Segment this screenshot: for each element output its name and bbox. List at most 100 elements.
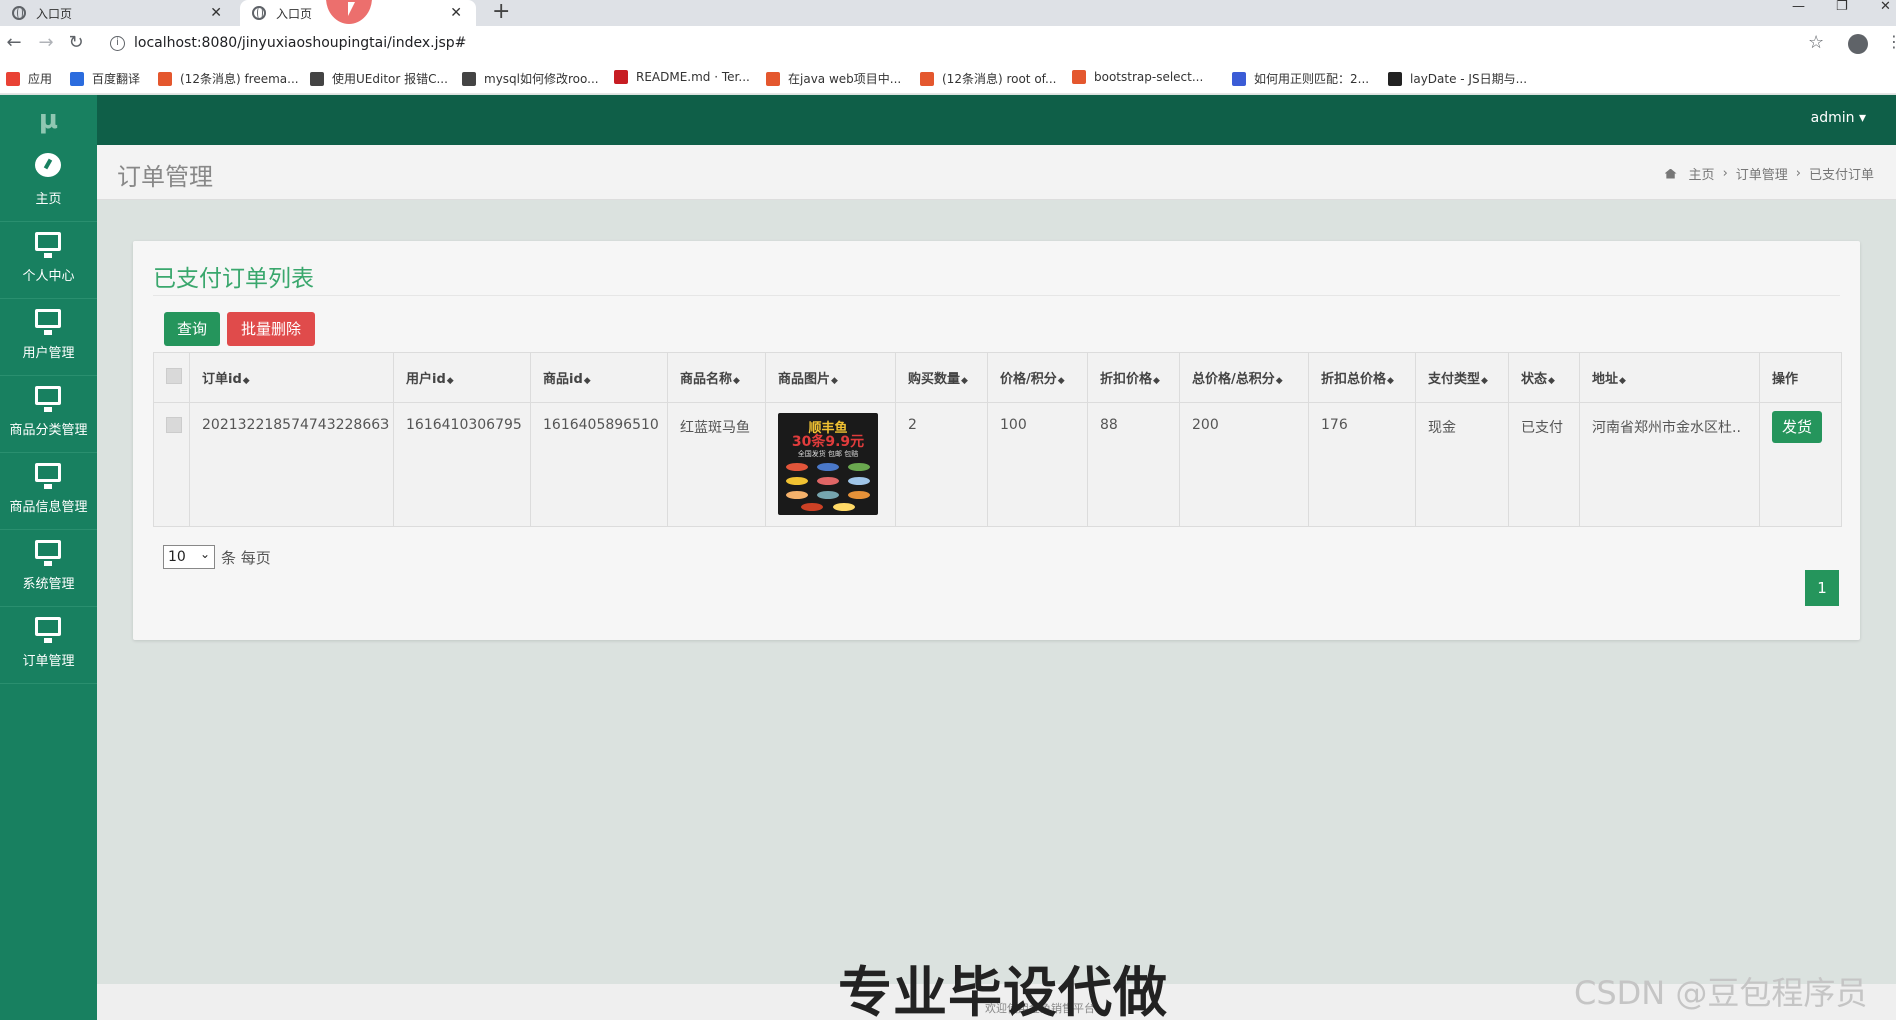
discount-total-cell: 176 [1308, 402, 1416, 527]
bookmark-item[interactable]: 使用UEditor 报错C... [310, 70, 448, 87]
row-checkbox[interactable] [166, 417, 182, 433]
sidebar-item-orders[interactable]: 订单管理 [0, 607, 97, 684]
page-size-select[interactable]: 10 [163, 543, 215, 569]
breadcrumb: 主页 › 订单管理 › 已支付订单 [1664, 164, 1874, 183]
fish-graphic [848, 463, 870, 471]
more-menu-icon[interactable]: ⋮ [1886, 32, 1896, 51]
close-window-icon[interactable]: ✕ [1880, 0, 1891, 14]
column-header[interactable]: 订单id◆ [189, 352, 394, 403]
bookmark-icon [70, 71, 84, 86]
user-menu[interactable]: admin ▾ [1811, 110, 1866, 126]
column-header[interactable]: 商品名称◆ [667, 352, 766, 403]
sidebar-item-users[interactable]: 用户管理 [0, 299, 97, 376]
bookmark-item[interactable]: mysql如何修改roo... [462, 70, 599, 87]
sort-icon: ◆ [1387, 376, 1394, 386]
bookmark-star-icon[interactable]: ☆ [1808, 32, 1824, 53]
bookmark-item[interactable]: bootstrap-select... [1072, 70, 1203, 84]
close-tab-icon[interactable]: ✕ [450, 5, 462, 21]
minimize-icon[interactable]: — [1792, 0, 1805, 14]
new-tab-button[interactable]: + [492, 0, 510, 24]
tab-title: 入口页 [276, 6, 313, 21]
product-id-cell: 1616405896510 [530, 402, 668, 527]
bookmark-item[interactable]: (12条消息) root of... [920, 70, 1056, 87]
sort-icon: ◆ [1275, 376, 1283, 386]
site-info-icon[interactable]: i [110, 36, 125, 51]
app-logo[interactable]: μ [0, 95, 97, 145]
batch-delete-button[interactable]: 批量删除 [227, 312, 315, 346]
bookmark-item[interactable]: (12条消息) freema... [158, 70, 299, 87]
pay-type-cell: 现金 [1415, 402, 1509, 527]
column-header[interactable]: 商品图片◆ [765, 352, 896, 403]
fish-graphic [817, 463, 839, 471]
bookmark-item[interactable]: layDate - JS日期与... [1388, 70, 1527, 87]
browser-tab[interactable]: 入口页 ✕ [0, 0, 236, 26]
bookmark-icon [1388, 71, 1402, 86]
breadcrumb-home[interactable]: 主页 [1689, 164, 1715, 183]
column-header[interactable]: 地址◆ [1579, 352, 1760, 403]
bookmark-icon [614, 70, 628, 84]
content-header: 订单管理 主页 › 订单管理 › 已支付订单 [97, 145, 1896, 200]
ship-button[interactable]: 发货 [1772, 411, 1822, 443]
bookmark-icon [766, 71, 780, 86]
monitor-icon [35, 232, 61, 258]
url-field[interactable]: localhost:8080/jinyuxiaoshoupingtai/inde… [134, 35, 466, 51]
breadcrumb-orders[interactable]: 订单管理 [1736, 164, 1788, 183]
bookmark-item[interactable]: 在java web项目中... [766, 70, 901, 87]
page-title: 订单管理 [117, 163, 213, 191]
sidebar-item-system[interactable]: 系统管理 [0, 530, 97, 607]
table-header-row: 订单id◆ 用户id◆ 商品id◆ 商品名称◆ 商品图片◆ 购买数量◆ 价格/积… [153, 352, 1842, 403]
monitor-icon [35, 386, 61, 412]
sort-icon: ◆ [1057, 376, 1065, 386]
sidebar-item-categories[interactable]: 商品分类管理 [0, 376, 97, 453]
bookmark-item[interactable]: README.md · Ter... [614, 70, 750, 84]
bookmark-icon [920, 71, 934, 86]
bookmark-label: (12条消息) root of... [942, 72, 1057, 86]
column-header[interactable]: 支付类型◆ [1415, 352, 1509, 403]
close-tab-icon[interactable]: ✕ [210, 5, 222, 21]
bookmark-item[interactable]: 如何用正则匹配：2... [1232, 70, 1369, 87]
bookmark-item[interactable]: 百度翻译 [70, 70, 140, 87]
breadcrumb-separator: › [1722, 166, 1728, 181]
select-all-checkbox[interactable] [166, 367, 182, 384]
query-button[interactable]: 查询 [164, 312, 220, 346]
bookmark-icon [310, 71, 324, 86]
restore-icon[interactable]: ❐ [1836, 0, 1848, 14]
sidebar-item-personal-center[interactable]: 个人中心 [0, 222, 97, 299]
bookmark-item[interactable]: 应用 [6, 70, 52, 87]
sidebar-item-home[interactable]: 主页 [0, 145, 97, 222]
product-image[interactable]: 顺丰鱼 30条9.9元 全国发货 包邮 包赔 [778, 413, 878, 515]
dashboard-icon [35, 153, 61, 177]
column-header[interactable]: 价格/积分◆ [987, 352, 1088, 403]
bookmark-label: 应用 [28, 72, 53, 86]
reload-icon[interactable]: ↻ [64, 32, 88, 53]
sort-icon: ◆ [1619, 376, 1626, 386]
sort-icon: ◆ [961, 376, 968, 386]
per-page-label: 条 每页 [221, 548, 271, 567]
forward-arrow-icon[interactable]: → [34, 32, 58, 53]
column-header[interactable]: 商品id◆ [530, 352, 668, 403]
bookmark-label: mysql如何修改roo... [484, 72, 599, 86]
profile-icon[interactable] [1848, 34, 1868, 54]
pagination-page-1[interactable]: 1 [1805, 570, 1839, 606]
sidebar-item-label: 主页 [35, 192, 62, 207]
user-id-cell: 1616410306795 [393, 402, 531, 527]
bookmark-label: 百度翻译 [92, 72, 141, 86]
bookmark-label: 使用UEditor 报错C... [332, 72, 448, 86]
bookmark-icon [1232, 71, 1246, 86]
orders-table: 订单id◆ 用户id◆ 商品id◆ 商品名称◆ 商品图片◆ 购买数量◆ 价格/积… [153, 352, 1842, 527]
column-header[interactable]: 折扣价格◆ [1087, 352, 1180, 403]
column-header[interactable]: 用户id◆ [393, 352, 531, 403]
column-header[interactable]: 购买数量◆ [895, 352, 988, 403]
column-header[interactable]: 折扣总价格◆ [1308, 352, 1416, 403]
sidebar-item-label: 商品分类管理 [9, 423, 88, 438]
paid-orders-panel: 已支付订单列表 查询 批量删除 订单id◆ 用户id◆ 商品id◆ 商品名称◆ … [133, 241, 1860, 640]
browser-tab-bar: 入口页 ✕ 入口页 ✕ + — ❐ ✕ [0, 0, 1896, 26]
overlay-banner: 专业毕设代做 [838, 961, 1168, 1020]
monitor-icon [35, 540, 61, 566]
sidebar-item-products[interactable]: 商品信息管理 [0, 453, 97, 530]
sidebar-item-label: 系统管理 [22, 577, 75, 592]
fish-graphic [817, 491, 839, 499]
column-header[interactable]: 总价格/总积分◆ [1179, 352, 1309, 403]
back-arrow-icon[interactable]: ← [2, 32, 26, 53]
column-header[interactable]: 状态◆ [1508, 352, 1580, 403]
